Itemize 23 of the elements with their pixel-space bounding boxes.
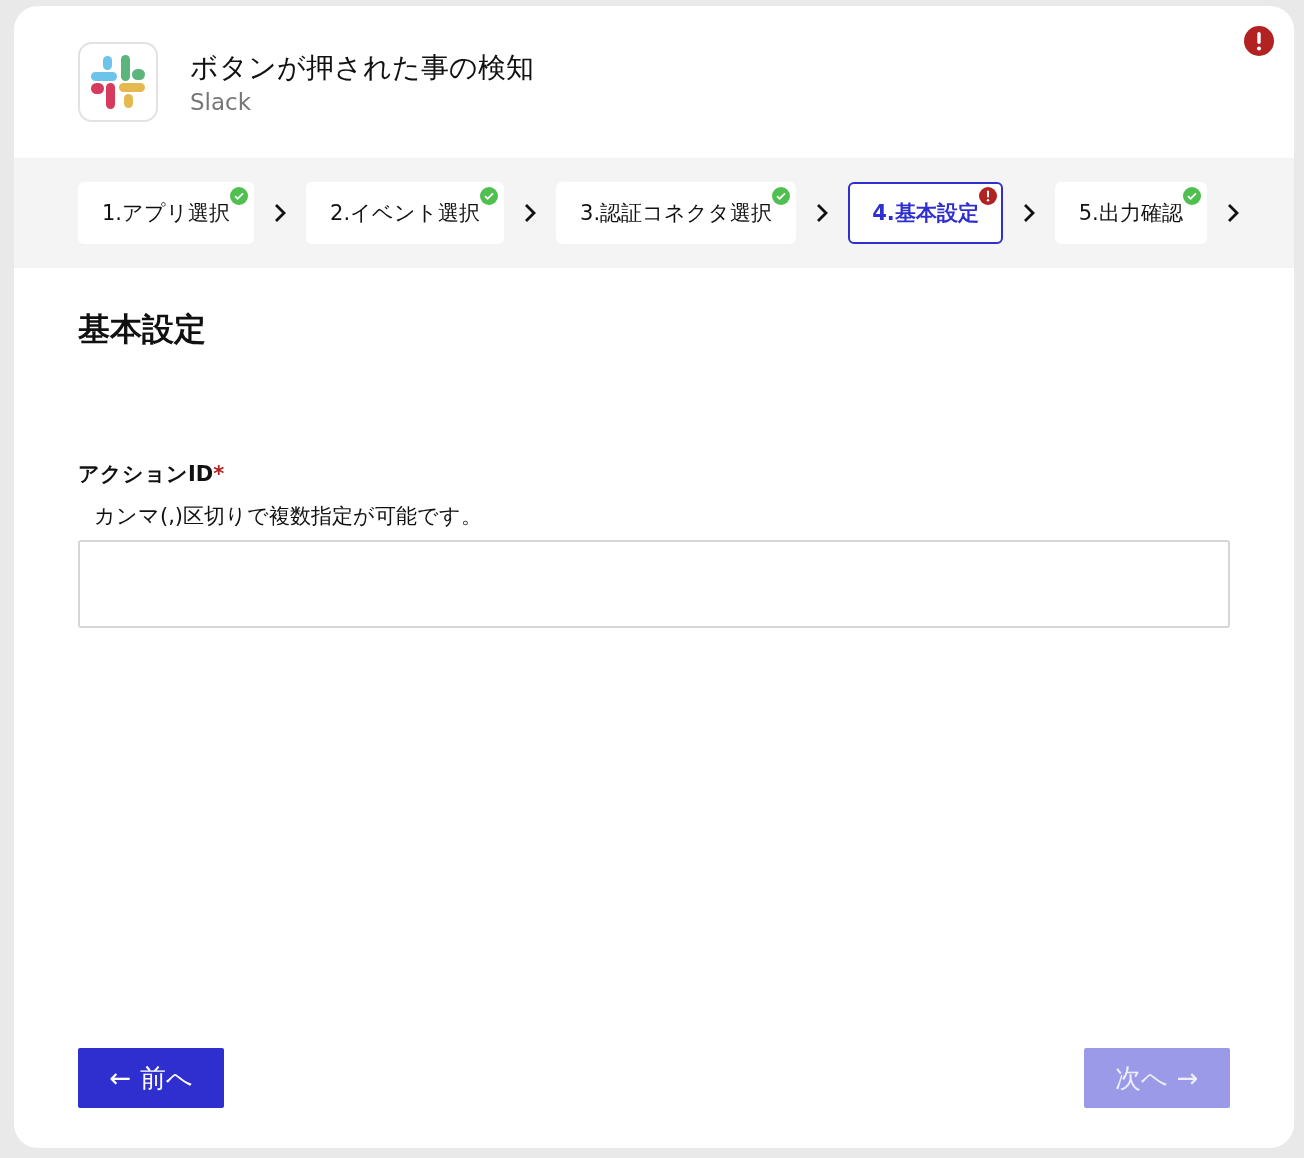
field-label: アクションID* xyxy=(78,461,226,488)
workflow-title: ボタンが押された事の検知 xyxy=(190,50,534,86)
check-badge-icon xyxy=(230,187,249,205)
chevron-right-icon xyxy=(1021,202,1036,224)
step-tab[interactable]: 4.基本設定 xyxy=(848,182,1003,244)
chevron-right-icon xyxy=(273,202,288,224)
check-badge-icon xyxy=(772,187,791,205)
exclamation-badge-icon xyxy=(978,187,997,205)
action-id-input-field[interactable] xyxy=(78,540,1230,628)
field-hint: カンマ(,)区切りで複数指定が可能です。 xyxy=(94,503,484,530)
app-logo-icon xyxy=(78,42,158,122)
chevron-right-icon xyxy=(815,202,830,224)
step-tab[interactable]: 5.出力確認 xyxy=(1054,182,1207,244)
step-tab[interactable]: 1.アプリ選択 xyxy=(78,182,255,244)
step-tab[interactable]: 3.認証コネクタ選択 xyxy=(556,182,797,244)
section-title: 基本設定 xyxy=(78,309,207,350)
chevron-right-icon xyxy=(523,202,538,224)
app-name: Slack xyxy=(190,89,253,115)
previous-button[interactable]: ← 前へ xyxy=(78,1048,224,1108)
step-tab[interactable]: 2.イベント選択 xyxy=(306,182,505,244)
check-badge-icon xyxy=(1182,187,1201,205)
check-badge-icon xyxy=(480,187,499,205)
chevron-right-icon xyxy=(1225,202,1240,224)
